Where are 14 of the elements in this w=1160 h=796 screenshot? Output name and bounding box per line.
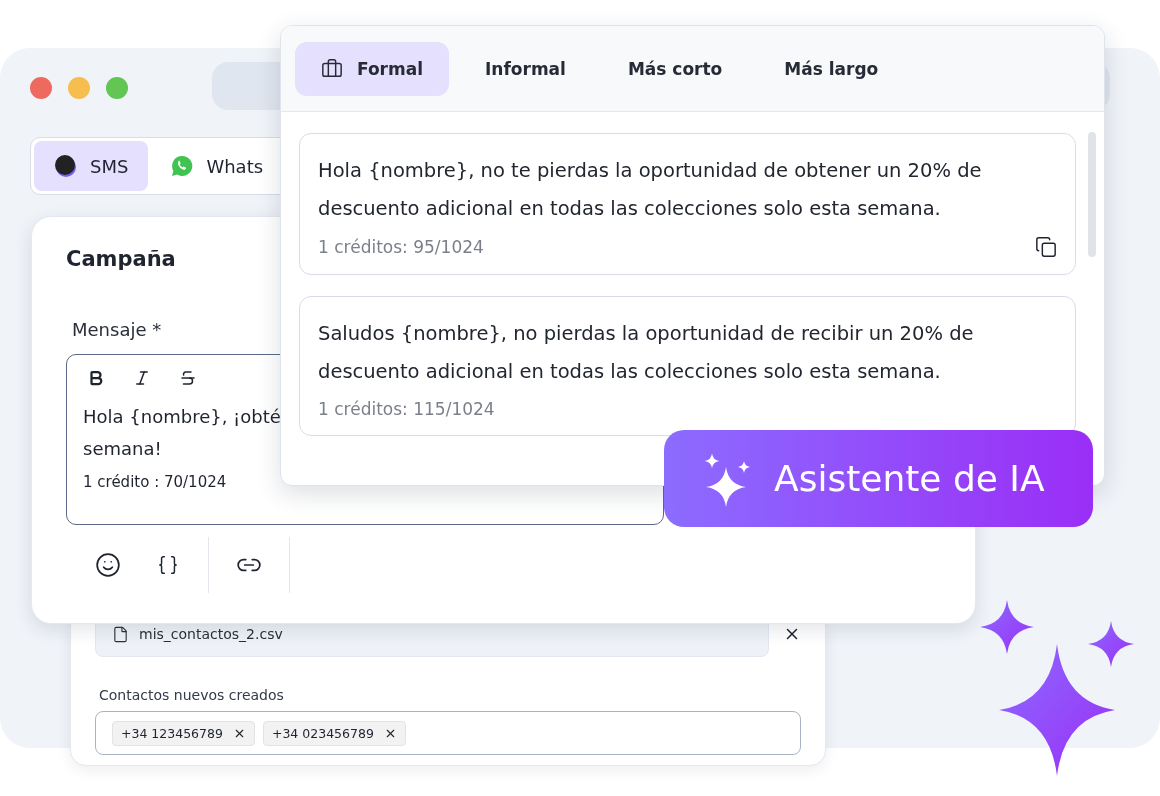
credit-counter: 1 créditos: 115/1024 (318, 399, 495, 419)
message-line: Hola {nombre}, ¡obté (83, 405, 281, 429)
message-line: semana! (83, 437, 162, 461)
suggestion-text: Hola {nombre}, no te pierdas la oportunidad de obtener un 20% de descuento adicional en todas las colecciones solo esta semana. (318, 158, 983, 222)
field-label: Mensaje * (72, 319, 162, 340)
card-title: Campaña (66, 247, 176, 271)
suggestion-text: Saludos {nombre}, no pierdas la oportunidad de recibir un 20% de descuento adicional en todas las colecciones solo esta semana. (318, 321, 975, 385)
contact-chip: +34 023456789 (262, 720, 406, 746)
credit-counter: 1 crédito : 70/1024 (83, 473, 227, 491)
badge-label: Asistente de IA (774, 458, 1045, 499)
credit-counter: 1 créditos: 95/1024 (318, 237, 484, 257)
file-name: mis_contactos_2.csv (139, 626, 283, 642)
field-label: Contactos nuevos creados (99, 687, 285, 703)
contact-chip: +34 123456789 (112, 720, 255, 746)
